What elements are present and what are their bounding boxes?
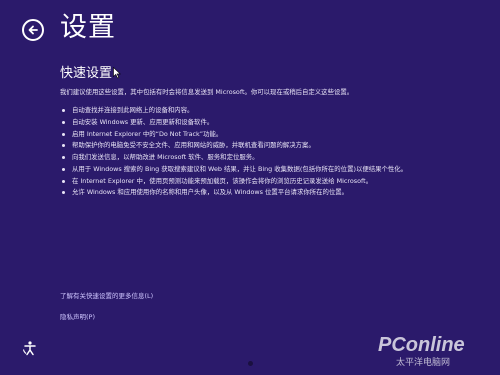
list-item: 允许 Windows 和应用使用你的名称和用户头像，以及从 Windows 位置… bbox=[60, 188, 475, 197]
back-arrow-icon bbox=[28, 25, 38, 35]
svg-text:太平洋电脑网: 太平洋电脑网 bbox=[396, 356, 450, 368]
settings-list: 自动查找并连接到此网络上的设备和内容。 自动安装 Windows 更新、应用更新… bbox=[60, 106, 475, 200]
intro-text: 我们建议使用这些设置，其中包括有时会将信息发送到 Microsoft。你可以现在… bbox=[60, 88, 354, 96]
back-button[interactable] bbox=[22, 19, 44, 41]
list-item: 在 Internet Explorer 中，使用页预测功能来预加载页，该操作会将… bbox=[60, 177, 475, 186]
privacy-statement-link[interactable]: 隐私声明(P) bbox=[60, 313, 95, 322]
pointer-dot bbox=[248, 361, 253, 366]
svg-text:PConline: PConline bbox=[378, 334, 465, 356]
more-info-link[interactable]: 了解有关快速设置的更多信息(L) bbox=[60, 292, 153, 301]
list-item: 自动查找并连接到此网络上的设备和内容。 bbox=[60, 106, 475, 115]
list-item: 自动安装 Windows 更新、应用更新和设备软件。 bbox=[60, 118, 475, 127]
page-title: 设置 bbox=[60, 12, 116, 43]
pconline-watermark-logo: PConline 太平洋电脑网 bbox=[378, 334, 465, 368]
ease-of-access-icon bbox=[22, 341, 36, 356]
list-item: 帮助保护你的电脑免受不安全文件、应用和网站的威胁，并联机查看问题的解决方案。 bbox=[60, 141, 475, 150]
list-item: 启用 Internet Explorer 中的“Do Not Track”功能。 bbox=[60, 130, 475, 139]
list-item: 从用于 Windows 搜索的 Bing 获取搜索建议和 Web 结果，并让 B… bbox=[60, 165, 475, 174]
ease-of-access-button[interactable] bbox=[22, 340, 38, 356]
section-title: 快速设置 bbox=[60, 66, 113, 81]
list-item: 向我们发送信息，以帮助改进 Microsoft 软件、服务和定位服务。 bbox=[60, 153, 475, 162]
mouse-cursor-icon bbox=[113, 67, 121, 79]
